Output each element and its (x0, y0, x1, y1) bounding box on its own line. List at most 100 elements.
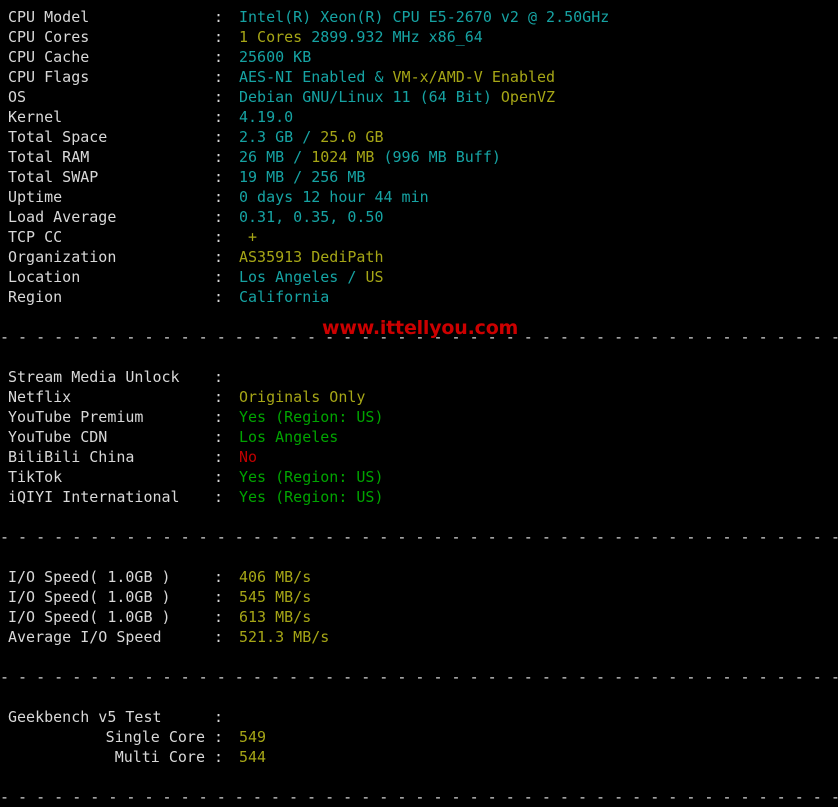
row-label: BiliBili China (0, 447, 214, 467)
row-label: CPU Cache (0, 47, 214, 67)
row-value: 549 (239, 728, 266, 746)
row-colon: : (214, 47, 239, 67)
value-segment: 1 Cores (239, 28, 311, 46)
value-segment: Originals Only (239, 388, 365, 406)
value-segment: 1024 MB (311, 148, 383, 166)
row-label: TikTok (0, 467, 214, 487)
terminal-row: Multi Core:544 (0, 747, 838, 767)
row-label: TCP CC (0, 227, 214, 247)
row-label: Total Space (0, 127, 214, 147)
row-value: 19 MB / 256 MB (239, 168, 365, 186)
value-segment: 549 (239, 728, 266, 746)
terminal-row: Organization:AS35913 DediPath (0, 247, 838, 267)
blank-line (0, 647, 838, 667)
row-colon: : (214, 247, 239, 267)
row-value: 0 days 12 hour 44 min (239, 188, 429, 206)
section-separator: - - - - - - - - - - - - - - - - - - - - … (0, 667, 838, 687)
row-label: OS (0, 87, 214, 107)
row-label: I/O Speed( 1.0GB ) (0, 567, 214, 587)
row-colon: : (214, 607, 239, 627)
row-colon: : (214, 207, 239, 227)
blank-line (0, 767, 838, 787)
row-label: YouTube CDN (0, 427, 214, 447)
row-colon: : (214, 187, 239, 207)
terminal-row: TCP CC: + (0, 227, 838, 247)
section-separator: - - - - - - - - - - - - - - - - - - - - … (0, 527, 838, 547)
terminal-row: Total Space:2.3 GB / 25.0 GB (0, 127, 838, 147)
terminal-row: TikTok:Yes (Region: US) (0, 467, 838, 487)
row-colon: : (214, 367, 239, 387)
row-value: 4.19.0 (239, 108, 293, 126)
row-label: Average I/O Speed (0, 627, 214, 647)
terminal-row: I/O Speed( 1.0GB ):406 MB/s (0, 567, 838, 587)
row-value: No (239, 448, 257, 466)
blank-line (0, 347, 838, 367)
terminal-row: Region:California (0, 287, 838, 307)
value-segment: VM-x/AMD-V Enabled (393, 68, 556, 86)
terminal-row: CPU Flags:AES-NI Enabled & VM-x/AMD-V En… (0, 67, 838, 87)
value-segment: 26 MB / (239, 148, 311, 166)
row-label: I/O Speed( 1.0GB ) (0, 607, 214, 627)
terminal-row: Location:Los Angeles / US (0, 267, 838, 287)
row-colon: : (214, 127, 239, 147)
row-label: Single Core (0, 727, 214, 747)
row-value: Originals Only (239, 388, 365, 406)
value-segment: 25.0 GB (320, 128, 383, 146)
row-label: Organization (0, 247, 214, 267)
row-value: AS35913 DediPath (239, 248, 384, 266)
value-segment: California (239, 288, 329, 306)
value-segment: & (374, 68, 392, 86)
row-value: 613 MB/s (239, 608, 311, 626)
terminal-row: Stream Media Unlock: (0, 367, 838, 387)
blank-line (0, 507, 838, 527)
row-label: Netflix (0, 387, 214, 407)
row-label: Kernel (0, 107, 214, 127)
terminal-row: Single Core:549 (0, 727, 838, 747)
row-value: 406 MB/s (239, 568, 311, 586)
terminal-row: OS:Debian GNU/Linux 11 (64 Bit) OpenVZ (0, 87, 838, 107)
row-colon: : (214, 67, 239, 87)
value-segment: AS35913 DediPath (239, 248, 384, 266)
row-label: CPU Cores (0, 27, 214, 47)
terminal-row: YouTube CDN:Los Angeles (0, 427, 838, 447)
value-segment: 545 MB/s (239, 588, 311, 606)
row-value: California (239, 288, 329, 306)
value-segment: 613 MB/s (239, 608, 311, 626)
terminal-row: CPU Cores:1 Cores 2899.932 MHz x86_64 (0, 27, 838, 47)
row-value: Yes (Region: US) (239, 488, 384, 506)
row-value: AES-NI Enabled & VM-x/AMD-V Enabled (239, 68, 555, 86)
value-segment: US (365, 268, 383, 286)
row-value: Debian GNU/Linux 11 (64 Bit) OpenVZ (239, 88, 555, 106)
terminal-row: Load Average:0.31, 0.35, 0.50 (0, 207, 838, 227)
terminal-row: BiliBili China:No (0, 447, 838, 467)
blank-line (0, 547, 838, 567)
row-colon: : (214, 387, 239, 407)
value-segment: 521.3 MB/s (239, 628, 329, 646)
row-value: Los Angeles (239, 428, 338, 446)
row-label: I/O Speed( 1.0GB ) (0, 587, 214, 607)
terminal-row: Geekbench v5 Test: (0, 707, 838, 727)
value-segment: Yes (Region: US) (239, 468, 384, 486)
row-label: Total SWAP (0, 167, 214, 187)
row-label: Region (0, 287, 214, 307)
row-value: 0.31, 0.35, 0.50 (239, 208, 384, 226)
value-segment: OpenVZ (501, 88, 555, 106)
row-label: Total RAM (0, 147, 214, 167)
row-colon: : (214, 407, 239, 427)
value-segment: 19 MB / 256 MB (239, 168, 365, 186)
row-colon: : (214, 627, 239, 647)
row-value: + (239, 228, 257, 246)
terminal-row: Average I/O Speed:521.3 MB/s (0, 627, 838, 647)
terminal-row: CPU Cache:25600 KB (0, 47, 838, 67)
row-label: YouTube Premium (0, 407, 214, 427)
row-colon: : (214, 87, 239, 107)
value-segment: 2.3 GB / (239, 128, 320, 146)
row-colon: : (214, 167, 239, 187)
row-value: Yes (Region: US) (239, 408, 384, 426)
terminal-row: Uptime:0 days 12 hour 44 min (0, 187, 838, 207)
row-colon: : (214, 487, 239, 507)
value-segment: 544 (239, 748, 266, 766)
row-value: Yes (Region: US) (239, 468, 384, 486)
value-segment: Debian GNU/Linux 11 (64 Bit) (239, 88, 501, 106)
value-segment: + (239, 228, 257, 246)
